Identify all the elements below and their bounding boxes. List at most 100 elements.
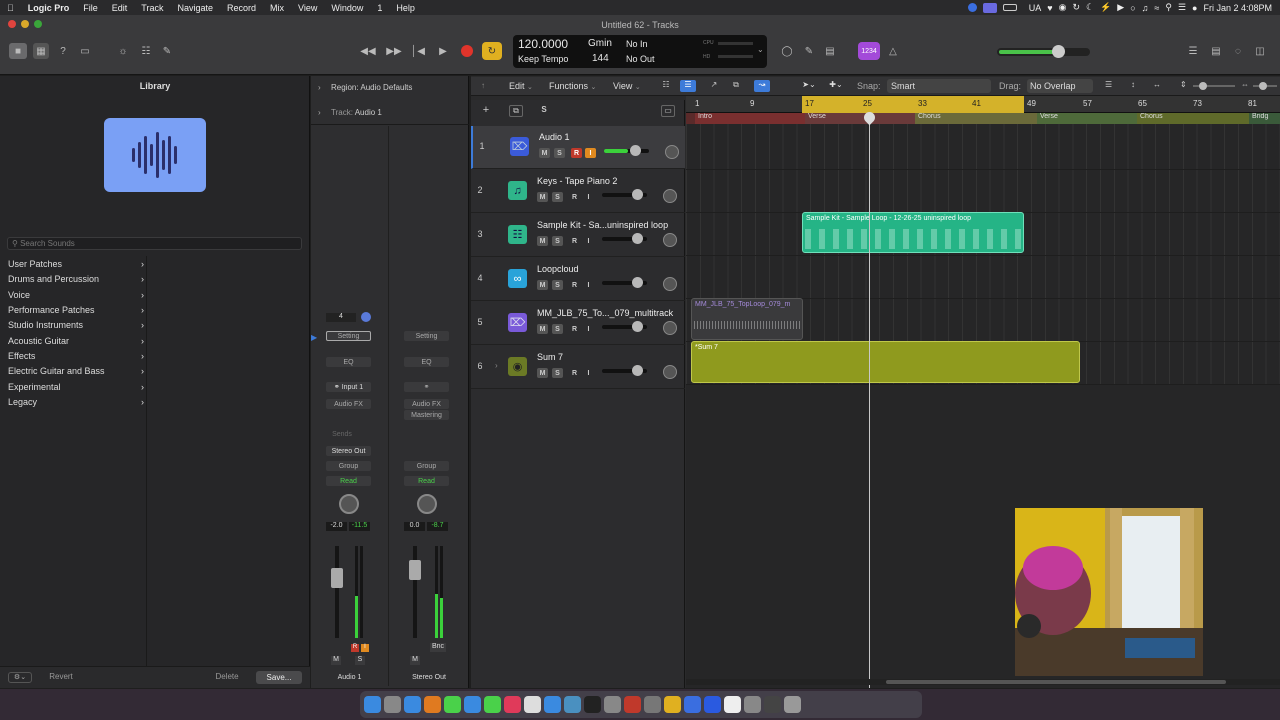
save-button[interactable]: Save... [256,671,302,684]
mute-button[interactable]: M [331,656,341,665]
launchpad-icon[interactable] [384,696,401,713]
menu-mix[interactable]: Mix [263,3,291,13]
library-item-drums[interactable]: Drums and Percussion › [8,272,144,286]
input-monitor-button[interactable]: I [585,148,596,158]
photo-booth-icon[interactable] [684,696,701,713]
headphones-icon[interactable]: ○ [1130,3,1135,13]
marker-intro[interactable]: Intro [695,113,805,124]
library-toggle-icon[interactable]: ■ [9,43,27,59]
solo-button[interactable]: S [355,656,365,665]
pan-knob[interactable] [417,494,437,514]
input-monitor-button[interactable]: I [583,368,594,378]
input-number[interactable]: 4 [326,313,356,322]
settings-icon[interactable] [604,696,621,713]
vertical-zoom-icon[interactable]: ↕ [1131,80,1135,89]
sync-icon[interactable]: ↻ [1072,2,1080,13]
menu-file[interactable]: File [76,3,105,13]
cycle-region[interactable] [802,96,1024,113]
region-sum[interactable]: *Sum 7 [691,341,1080,383]
track-volume-slider[interactable] [602,233,647,244]
menu-window[interactable]: Window [324,3,370,13]
input-monitor-button[interactable]: I [583,192,594,202]
zoom-icon[interactable] [704,696,721,713]
volume-icon[interactable]: ♫ [1142,3,1149,13]
solo-button[interactable]: S [552,236,563,246]
volume-fader[interactable] [409,560,421,580]
eq-button[interactable]: EQ [404,357,449,367]
heart-icon[interactable]: ♥ [1047,3,1052,13]
pan-knob[interactable] [663,365,677,379]
go-to-start-icon[interactable]: │◀ [411,43,425,59]
terminal-icon[interactable] [584,696,601,713]
pointer-tool-icon[interactable]: ➤⌄ [799,80,819,92]
input-button[interactable]: ⚭ Input 1 [326,382,371,392]
language-indicator[interactable]: UA [1029,3,1042,13]
chevron-right-icon[interactable]: › [318,83,321,92]
activity-monitor-icon[interactable] [644,696,661,713]
arrangement-track[interactable]: Intro Verse Chorus Verse Chorus Bridg [686,113,1280,124]
notepad-icon[interactable]: ▤ [1209,43,1223,59]
library-item-electric-guitar[interactable]: Electric Guitar and Bass › [8,364,144,378]
record-enable-button[interactable]: R [351,644,359,652]
snap-dropdown[interactable]: Smart [887,79,991,93]
track-volume-slider[interactable] [604,145,649,156]
audio-fx-button[interactable]: Audio FX [404,399,449,409]
record-button[interactable] [461,45,473,57]
menu-1[interactable]: 1 [370,3,389,13]
pan-knob[interactable] [663,233,677,247]
solo-button[interactable]: S [552,368,563,378]
loop-browser-icon[interactable]: ◌ [1231,43,1245,59]
marker-chorus[interactable]: Chorus [1137,113,1249,124]
library-item-experimental[interactable]: Experimental › [8,380,144,394]
revert-button[interactable]: Revert [38,672,84,683]
list-icon[interactable]: ▤ [823,43,837,59]
library-item-performance[interactable]: Performance Patches › [8,303,144,317]
list-editors-icon[interactable]: ☰ [1186,43,1200,59]
wifi-icon[interactable]: ≈ [1154,3,1159,13]
smart-controls-icon[interactable]: ☼ [116,43,130,59]
facetime-icon[interactable] [484,696,501,713]
track-volume-slider[interactable] [602,189,647,200]
pan-knob[interactable] [665,145,679,159]
volume-knob[interactable] [632,321,643,332]
track-volume-slider[interactable] [602,365,647,376]
library-item-studio-instruments[interactable]: Studio Instruments › [8,318,144,332]
mute-button[interactable]: M [410,656,420,665]
track-row[interactable]: 6 › ◉ Sum 7 M S R I [471,346,685,389]
library-item-voice[interactable]: Voice › [8,288,144,302]
mixer-icon[interactable]: ☷ [139,43,153,59]
input-monitor-button[interactable]: I [583,324,594,334]
track-row[interactable]: 1 ⌦ Audio 1 M S R I [471,126,685,169]
bolt-icon[interactable]: ⚡ [1100,2,1111,13]
moon-icon[interactable]: ☾ [1086,2,1094,13]
pan-knob[interactable] [663,277,677,291]
waveform-zoom-icon[interactable]: ☰ [1105,80,1112,89]
grid-view-icon[interactable]: ☷ [659,80,673,92]
disclosure-triangle-icon[interactable]: › [495,361,498,370]
eq-button[interactable]: EQ [326,357,371,367]
automation-button[interactable]: Read [404,476,449,486]
setting-button[interactable]: Setting [326,331,371,341]
delete-button[interactable]: Delete [205,672,249,683]
safari-icon[interactable] [404,696,421,713]
sends-button[interactable]: Sends [326,429,358,439]
track-name[interactable]: Loopcloud [537,264,579,274]
calendar-icon[interactable] [624,696,641,713]
zoom-status-icon[interactable] [967,3,977,12]
library-item-legacy[interactable]: Legacy › [8,395,144,409]
record-enable-button[interactable]: R [569,280,580,290]
mute-button[interactable]: M [537,236,548,246]
zoom-vertical-arrows-icon[interactable]: ⇕ [1180,80,1187,89]
link-icon[interactable]: ⚭ [404,382,449,392]
battery-icon[interactable] [1002,4,1017,11]
track-name[interactable]: MM_JLB_75_To..._079_multitrack [537,308,673,318]
marker-verse[interactable]: Verse [1037,113,1137,124]
pan-knob[interactable] [663,321,677,335]
volume-readout[interactable]: -2.0 [326,522,347,531]
document-icon[interactable] [724,696,741,713]
folder-icon[interactable] [764,696,781,713]
region-multitrack[interactable]: MM_JLB_75_TopLoop_079_m [691,298,803,340]
volume-knob[interactable] [632,189,643,200]
track-name[interactable]: Audio 1 [539,132,570,142]
editors-icon[interactable]: ✎ [160,43,174,59]
